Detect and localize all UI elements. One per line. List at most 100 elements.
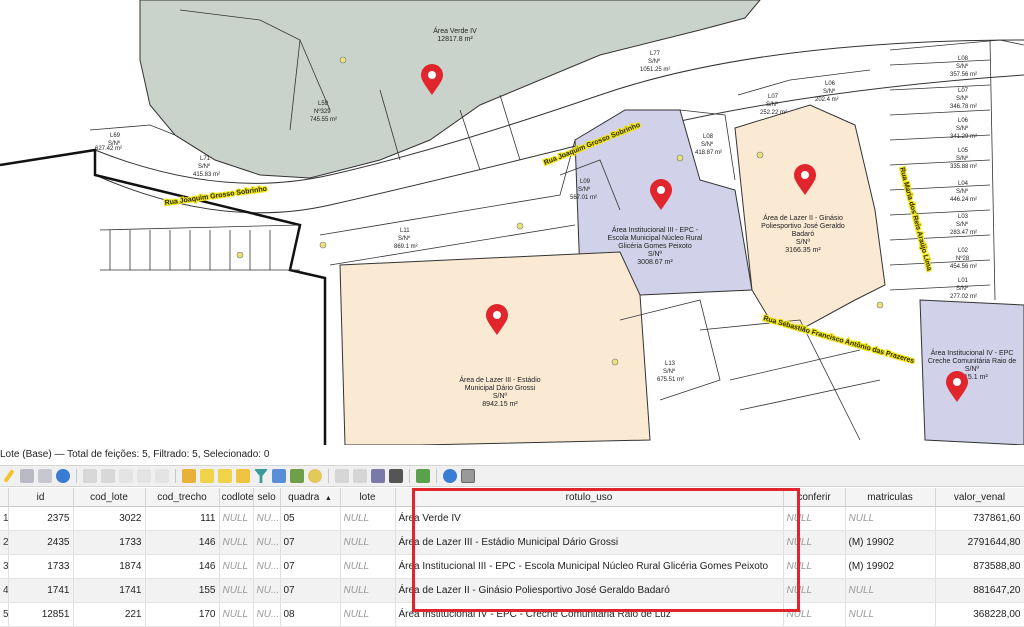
cell-lote[interactable]: NULL bbox=[340, 506, 396, 531]
column-header-selo[interactable]: selo bbox=[253, 488, 281, 507]
cell-quadra[interactable]: 05 bbox=[280, 506, 341, 531]
cell-codlote[interactable]: NULL bbox=[219, 506, 254, 531]
column-header-conferir[interactable]: conferir bbox=[783, 488, 846, 507]
cell-matriculas[interactable]: NULL bbox=[845, 602, 936, 627]
cell-quadra[interactable]: 08 bbox=[280, 602, 341, 627]
cell-id[interactable]: 1741 bbox=[8, 578, 74, 603]
cell-cod-lote[interactable]: 1733 bbox=[73, 530, 146, 555]
cell-cod-lote[interactable]: 1874 bbox=[73, 554, 146, 579]
row-number[interactable]: 4 bbox=[0, 578, 9, 603]
cell-id[interactable]: 2435 bbox=[8, 530, 74, 555]
cell-selo[interactable]: NU... bbox=[253, 530, 281, 555]
cell-rotulo-uso[interactable]: Área de Lazer III - Estádio Municipal Dá… bbox=[395, 530, 784, 555]
add-feature-icon[interactable] bbox=[83, 469, 97, 483]
cell-codlote[interactable]: NULL bbox=[219, 530, 254, 555]
cell-codlote[interactable]: NULL bbox=[219, 602, 254, 627]
select-all-icon[interactable] bbox=[200, 469, 214, 483]
row-number[interactable]: 1 bbox=[0, 506, 9, 531]
delete-field-icon[interactable] bbox=[353, 469, 367, 483]
cell-rotulo-uso[interactable]: Área Institucional III - EPC - Escola Mu… bbox=[395, 554, 784, 579]
cell-rotulo-uso[interactable]: Área de Lazer II - Ginásio Poliesportivo… bbox=[395, 578, 784, 603]
cell-selo[interactable]: NU... bbox=[253, 578, 281, 603]
field-calculator-icon[interactable] bbox=[371, 469, 385, 483]
zoom-map-icon[interactable] bbox=[443, 469, 457, 483]
save-edits-icon[interactable] bbox=[38, 469, 52, 483]
cell-lote[interactable]: NULL bbox=[340, 530, 396, 555]
cell-matriculas[interactable]: NULL bbox=[845, 506, 936, 531]
column-header-valor-venal[interactable]: valor_venal bbox=[935, 488, 1024, 507]
cell-selo[interactable]: NU... bbox=[253, 602, 281, 627]
cell-quadra[interactable]: 07 bbox=[280, 554, 341, 579]
cell-cod-lote[interactable]: 221 bbox=[73, 602, 146, 627]
cell-conferir[interactable]: NULL bbox=[783, 530, 846, 555]
cell-selo[interactable]: NU... bbox=[253, 506, 281, 531]
cell-lote[interactable]: NULL bbox=[340, 554, 396, 579]
delete-icon[interactable] bbox=[101, 469, 115, 483]
column-header-cod-trecho[interactable]: cod_trecho bbox=[145, 488, 220, 507]
cell-id[interactable]: 12851 bbox=[8, 602, 74, 627]
cell-cod-trecho[interactable]: 111 bbox=[145, 506, 220, 531]
table-icon[interactable] bbox=[389, 469, 403, 483]
new-field-icon[interactable] bbox=[335, 469, 349, 483]
refresh-icon[interactable] bbox=[56, 469, 70, 483]
cell-cod-trecho[interactable]: 170 bbox=[145, 602, 220, 627]
cell-id[interactable]: 2375 bbox=[8, 506, 74, 531]
conditional-format-icon[interactable] bbox=[416, 469, 430, 483]
column-header-matriculas[interactable]: matriculas bbox=[845, 488, 936, 507]
cell-conferir[interactable]: NULL bbox=[783, 554, 846, 579]
cell-valor-venal[interactable]: 873588,80 bbox=[935, 554, 1024, 579]
cell-conferir[interactable]: NULL bbox=[783, 578, 846, 603]
pan-to-selection-icon[interactable] bbox=[290, 469, 304, 483]
column-header-cod-lote[interactable]: cod_lote bbox=[73, 488, 146, 507]
cell-rotulo-uso[interactable]: Área Institucional IV - EPC - Creche Com… bbox=[395, 602, 784, 627]
deselect-icon[interactable] bbox=[236, 469, 250, 483]
filter-icon[interactable] bbox=[254, 469, 268, 483]
cell-matriculas[interactable]: (M) 19902 bbox=[845, 530, 936, 555]
table-row[interactable]: 5 12851 221 170 NULL NU... 08 NULL Área … bbox=[0, 602, 1024, 627]
move-selection-icon[interactable] bbox=[272, 469, 286, 483]
column-header-rotulo-uso[interactable]: rotulo_uso bbox=[395, 488, 784, 507]
map-canvas[interactable]: L77 S/Nº 1051.25 m² L59 Nº329 745.55 m² L71 S… bbox=[0, 0, 1024, 445]
cell-conferir[interactable]: NULL bbox=[783, 602, 846, 627]
cell-valor-venal[interactable]: 737861,60 bbox=[935, 506, 1024, 531]
cell-valor-venal[interactable]: 368228,00 bbox=[935, 602, 1024, 627]
row-number[interactable]: 2 bbox=[0, 530, 9, 555]
copy-icon[interactable] bbox=[137, 469, 151, 483]
cell-selo[interactable]: NU... bbox=[253, 554, 281, 579]
table-row[interactable]: 3 1733 1874 146 NULL NU... 07 NULL Área … bbox=[0, 554, 1024, 579]
column-header-codlote[interactable]: codlote bbox=[219, 488, 254, 507]
area-lazer-iii-polygon[interactable] bbox=[339, 251, 651, 445]
expression-select-icon[interactable] bbox=[182, 469, 196, 483]
invert-selection-icon[interactable] bbox=[218, 469, 232, 483]
table-row[interactable]: 1 2375 3022 111 NULL NU... 05 NULL Área … bbox=[0, 506, 1024, 531]
cell-lote[interactable]: NULL bbox=[340, 578, 396, 603]
cell-cod-trecho[interactable]: 146 bbox=[145, 530, 220, 555]
cell-lote[interactable]: NULL bbox=[340, 602, 396, 627]
column-header-id[interactable]: id bbox=[8, 488, 74, 507]
cut-icon[interactable] bbox=[119, 469, 133, 483]
pencil-icon[interactable] bbox=[3, 469, 15, 483]
cell-quadra[interactable]: 07 bbox=[280, 578, 341, 603]
table-row[interactable]: 4 1741 1741 155 NULL NU... 07 NULL Área … bbox=[0, 578, 1024, 603]
attribute-table[interactable]: id cod_lote cod_trecho codlote selo quad… bbox=[0, 488, 1024, 627]
cell-codlote[interactable]: NULL bbox=[219, 554, 254, 579]
row-number[interactable]: 3 bbox=[0, 554, 9, 579]
row-number[interactable]: 5 bbox=[0, 602, 9, 627]
cell-cod-trecho[interactable]: 155 bbox=[145, 578, 220, 603]
cell-matriculas[interactable]: (M) 19902 bbox=[845, 554, 936, 579]
zoom-icon[interactable] bbox=[308, 469, 322, 483]
paste-icon[interactable] bbox=[155, 469, 169, 483]
save-icon[interactable] bbox=[20, 469, 34, 483]
cell-valor-venal[interactable]: 881647,20 bbox=[935, 578, 1024, 603]
cell-conferir[interactable]: NULL bbox=[783, 506, 846, 531]
cell-cod-trecho[interactable]: 146 bbox=[145, 554, 220, 579]
dock-icon[interactable] bbox=[461, 469, 475, 483]
cell-matriculas[interactable]: NULL bbox=[845, 578, 936, 603]
cell-id[interactable]: 1733 bbox=[8, 554, 74, 579]
cell-valor-venal[interactable]: 2791644,80 bbox=[935, 530, 1024, 555]
column-header-lote[interactable]: lote bbox=[340, 488, 396, 507]
cell-cod-lote[interactable]: 3022 bbox=[73, 506, 146, 531]
table-row[interactable]: 2 2435 1733 146 NULL NU... 07 NULL Área … bbox=[0, 530, 1024, 555]
cell-codlote[interactable]: NULL bbox=[219, 578, 254, 603]
cell-quadra[interactable]: 07 bbox=[280, 530, 341, 555]
